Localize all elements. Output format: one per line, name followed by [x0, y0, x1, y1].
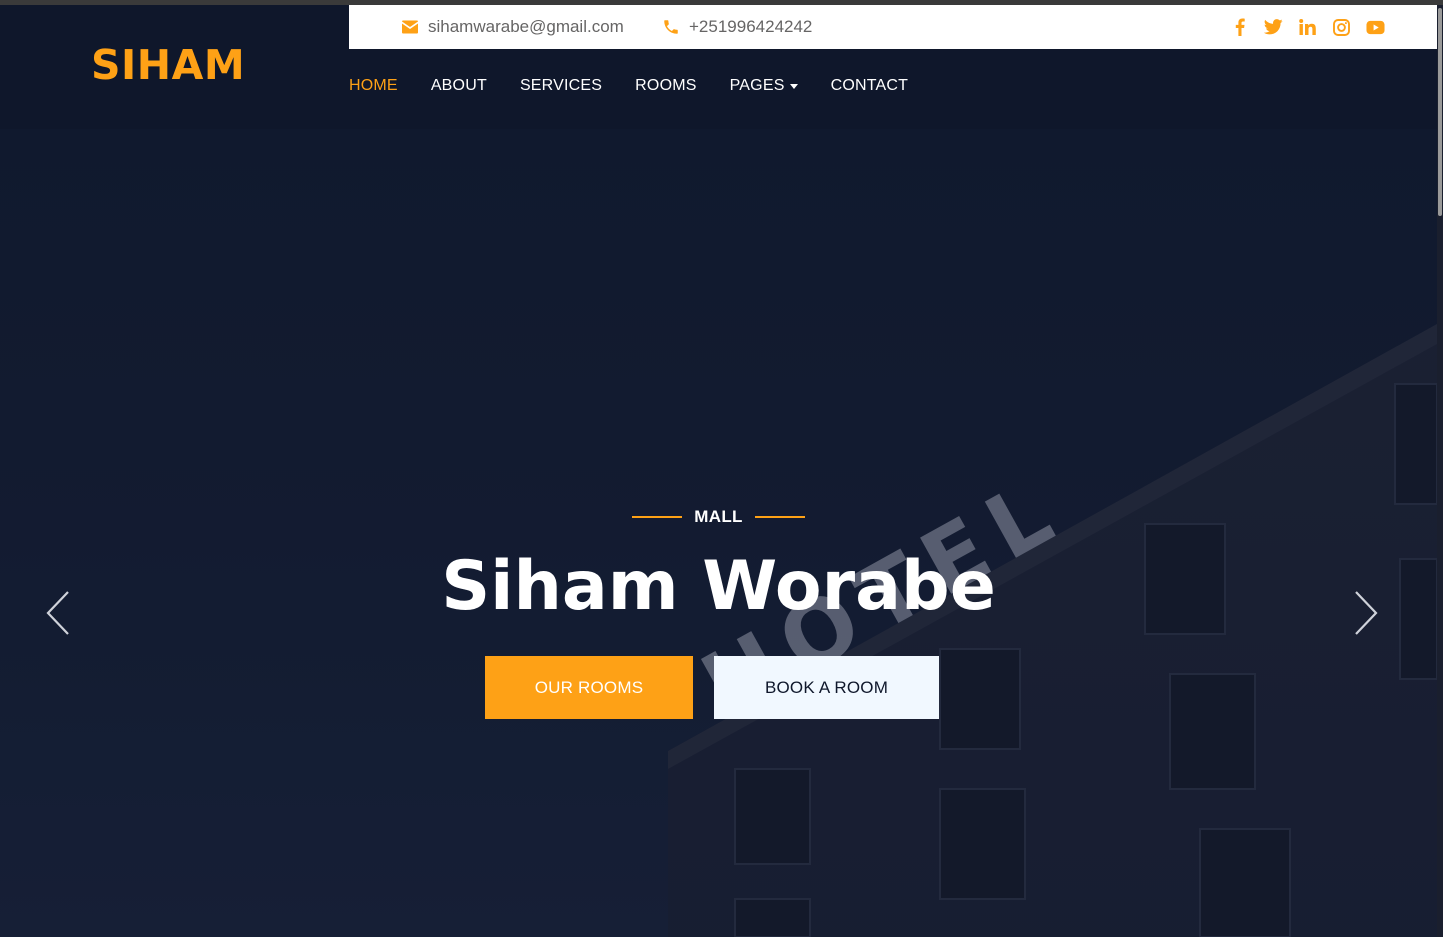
site-header: SIHAM sihamwarabe@gmail.com +25199642424… [0, 5, 1437, 129]
nav-home[interactable]: HOME [349, 77, 398, 95]
our-rooms-button[interactable]: OUR ROOMS [485, 656, 693, 719]
nav-rooms[interactable]: ROOMS [635, 77, 696, 95]
brand-logo[interactable]: SIHAM [91, 41, 245, 89]
envelope-icon [402, 20, 418, 34]
top-contact-bar: sihamwarabe@gmail.com +251996424242 [349, 5, 1437, 49]
instagram-icon[interactable] [1332, 18, 1351, 37]
facebook-icon[interactable] [1230, 18, 1249, 37]
nav-services[interactable]: SERVICES [520, 77, 602, 95]
nav-contact[interactable]: CONTACT [831, 77, 909, 95]
social-links [1230, 5, 1385, 49]
kicker-text: MALL [694, 507, 743, 526]
hero-title: Siham Worabe [441, 547, 996, 626]
email-text[interactable]: sihamwarabe@gmail.com [428, 17, 624, 37]
kicker-line-left [632, 516, 683, 518]
scrollbar-thumb[interactable] [1438, 8, 1442, 216]
carousel-next-icon[interactable] [1350, 589, 1380, 637]
nav-about[interactable]: ABOUT [431, 77, 487, 95]
youtube-icon[interactable] [1366, 18, 1385, 37]
phone-icon [664, 20, 678, 34]
hero-carousel: HOTEL MALL Siham Worabe OUR ROOMS BOOK A… [0, 129, 1437, 937]
phone-text[interactable]: +251996424242 [689, 17, 812, 37]
kicker-line-right [754, 516, 805, 518]
hotel-building-background: HOTEL [0, 129, 1437, 937]
twitter-icon[interactable] [1264, 18, 1283, 37]
linkedin-icon[interactable] [1298, 18, 1317, 37]
contact-email: sihamwarabe@gmail.com [401, 5, 624, 49]
contact-phone: +251996424242 [662, 5, 812, 49]
carousel-prev-icon[interactable] [44, 589, 74, 637]
book-a-room-button[interactable]: BOOK A ROOM [714, 656, 939, 719]
caret-down-icon [789, 83, 798, 89]
nav-pages-label: PAGES [729, 77, 785, 94]
nav-pages-dropdown[interactable]: PAGES [730, 77, 798, 95]
main-nav: HOME ABOUT SERVICES ROOMS PAGES CONTACT [349, 77, 941, 95]
hero-kicker: MALL [0, 507, 1437, 527]
